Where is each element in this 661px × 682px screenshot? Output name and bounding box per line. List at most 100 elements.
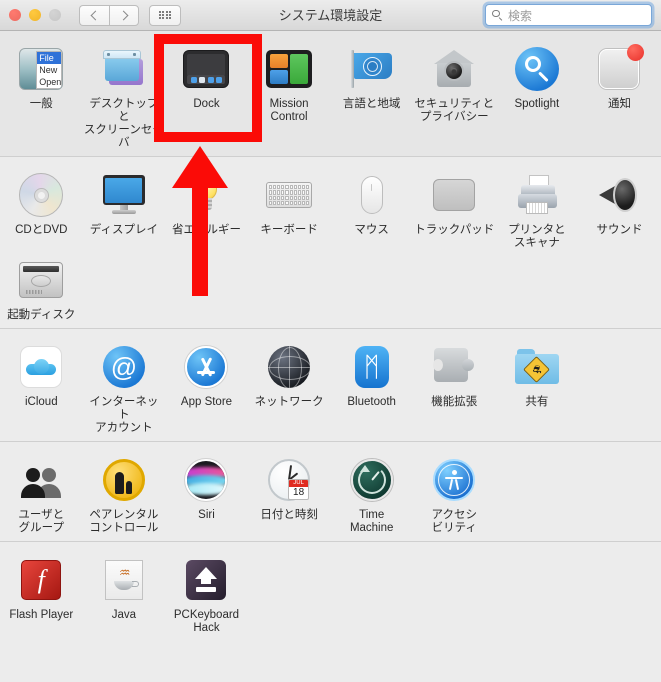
search-placeholder: 検索 [508, 8, 533, 23]
general-icon: File New Open [17, 45, 65, 93]
displays-icon [100, 171, 148, 219]
preference-pane-users-groups[interactable]: ユーザと グループ [0, 450, 83, 535]
back-button[interactable] [79, 4, 109, 26]
security-privacy-icon [430, 45, 478, 93]
preference-pane-label: 言語と地域 [342, 98, 401, 110]
preference-pane-label: CDとDVD [15, 224, 68, 236]
close-button[interactable] [9, 9, 21, 21]
preference-pane-grid: CDとDVD ディスプレイ 省エネルギー キーボード マウス トラックパッド プリンタと ス… [0, 157, 661, 328]
preference-pane-label: キーボード [260, 224, 318, 236]
preference-pane-language-region[interactable]: 言語と地域 [330, 39, 413, 150]
preferences-section-internet-wireless: iCloud @ インターネット アカウント App Store ネットワーク ᛗ Blue… [0, 329, 661, 442]
desktop-screensaver-icon [100, 45, 148, 93]
forward-button[interactable] [109, 4, 139, 26]
sound-icon [595, 171, 643, 219]
preference-pane-label: ディスプレイ [89, 224, 158, 236]
preference-pane-label: ユーザと グループ [18, 509, 65, 534]
preference-pane-desktop-screensaver[interactable]: デスクトップと スクリーンセーバ [83, 39, 166, 150]
preference-pane-parental-controls[interactable]: ペアレンタル コントロール [83, 450, 166, 535]
preference-pane-siri[interactable]: Siri [165, 450, 248, 535]
preference-pane-dock[interactable]: Dock [165, 39, 248, 150]
preference-pane-accessibility[interactable]: アクセシ ビリティ [413, 450, 496, 535]
show-all-button[interactable] [149, 4, 181, 26]
preference-pane-label: アクセシ ビリティ [431, 509, 477, 534]
preference-pane-label: iCloud [24, 396, 58, 408]
startup-disk-icon [17, 256, 65, 304]
extensions-icon [430, 343, 478, 391]
search-field[interactable]: 検索 [485, 4, 652, 26]
mission-control-icon [265, 45, 313, 93]
preference-pane-cd-dvd[interactable]: CDとDVD [0, 165, 83, 250]
preference-pane-label: サウンド [596, 224, 643, 236]
search-icon [492, 9, 503, 21]
printers-scanners-icon [513, 171, 561, 219]
minimize-button[interactable] [29, 9, 41, 21]
preference-pane-label: Bluetooth [347, 396, 396, 408]
preference-pane-general[interactable]: File New Open 一般 [0, 39, 83, 150]
preference-pane-label: デスクトップと スクリーンセーバ [83, 98, 164, 149]
spotlight-icon [513, 45, 561, 93]
icloud-icon [17, 343, 65, 391]
cd-dvd-icon [17, 171, 65, 219]
preference-pane-label: Flash Player [9, 609, 74, 621]
preference-pane-label: Dock [193, 98, 220, 110]
preference-pane-spotlight[interactable]: Spotlight [496, 39, 579, 150]
preference-pane-keyboard[interactable]: キーボード [248, 165, 331, 250]
preference-pane-mouse[interactable]: マウス [330, 165, 413, 250]
preference-pane-time-machine[interactable]: Time Machine [330, 450, 413, 535]
energy-saver-icon [182, 171, 230, 219]
dock-icon [182, 45, 230, 93]
parental-controls-icon [100, 456, 148, 504]
preference-pane-grid: File New Open 一般 デスクトップと スクリーンセーバ Dock Mission… [0, 31, 661, 156]
preference-pane-sound[interactable]: サウンド [578, 165, 661, 250]
preference-pane-label: トラックパッド [414, 224, 495, 236]
preference-pane-bluetooth[interactable]: ᛗ Bluetooth [330, 337, 413, 435]
preference-pane-internet-accounts[interactable]: @ インターネット アカウント [83, 337, 166, 435]
preference-pane-mission-control[interactable]: Mission Control [248, 39, 331, 150]
preference-pane-label: ペアレンタル コントロール [89, 509, 159, 534]
preference-pane-network[interactable]: ネットワーク [248, 337, 331, 435]
trackpad-icon [430, 171, 478, 219]
preferences-section-other: f Flash Player ♒ Java PCKeyboard Hack [0, 542, 661, 641]
preference-pane-java[interactable]: ♒ Java [83, 550, 166, 635]
preferences-grid: File New Open 一般 デスクトップと スクリーンセーバ Dock Mission… [0, 31, 661, 641]
mouse-icon [348, 171, 396, 219]
preferences-section-personal: File New Open 一般 デスクトップと スクリーンセーバ Dock Mission… [0, 31, 661, 157]
preference-pane-label: プリンタと スキャナ [508, 224, 566, 249]
preference-pane-label: マウス [354, 224, 389, 236]
preference-pane-energy-saver[interactable]: 省エネルギー [165, 165, 248, 250]
traffic-lights [9, 9, 61, 21]
preference-pane-app-store[interactable]: App Store [165, 337, 248, 435]
search-field-wrapper[interactable]: 検索 [485, 4, 652, 26]
chevron-left-icon [90, 10, 101, 20]
preference-pane-security-privacy[interactable]: セキュリティと プライバシー [413, 39, 496, 150]
accessibility-icon [430, 456, 478, 504]
zoom-button [49, 9, 61, 21]
flash-player-icon: f [17, 556, 65, 604]
internet-accounts-icon: @ [100, 343, 148, 391]
preference-pane-label: Java [111, 609, 137, 621]
preference-pane-pckeyboard-hack[interactable]: PCKeyboard Hack [165, 550, 248, 635]
preference-pane-date-time[interactable]: JUL 18 日付と時刻 [248, 450, 331, 535]
preference-pane-trackpad[interactable]: トラックパッド [413, 165, 496, 250]
preference-pane-label: Time Machine [349, 509, 394, 534]
preference-pane-label: PCKeyboard Hack [173, 609, 240, 634]
preference-pane-extensions[interactable]: 機能拡張 [413, 337, 496, 435]
keyboard-icon [265, 171, 313, 219]
window-titlebar: システム環境設定 検索 [0, 0, 661, 31]
preferences-section-hardware: CDとDVD ディスプレイ 省エネルギー キーボード マウス トラックパッド プリンタと ス… [0, 157, 661, 329]
preference-pane-notifications[interactable]: 通知 [578, 39, 661, 150]
preference-pane-icloud[interactable]: iCloud [0, 337, 83, 435]
preference-pane-startup-disk[interactable]: 起動ディスク [0, 250, 83, 322]
preference-pane-printers-scanners[interactable]: プリンタと スキャナ [496, 165, 579, 250]
preference-pane-label: セキュリティと プライバシー [414, 98, 495, 123]
preference-pane-flash-player[interactable]: f Flash Player [0, 550, 83, 635]
preference-pane-label: Mission Control [269, 98, 309, 123]
preference-pane-label: 日付と時刻 [260, 509, 318, 521]
language-region-icon [348, 45, 396, 93]
preference-pane-sharing[interactable]: ⛐ 共有 [496, 337, 579, 435]
java-icon: ♒ [100, 556, 148, 604]
network-icon [265, 343, 313, 391]
preference-pane-displays[interactable]: ディスプレイ [83, 165, 166, 250]
bluetooth-icon: ᛗ [348, 343, 396, 391]
